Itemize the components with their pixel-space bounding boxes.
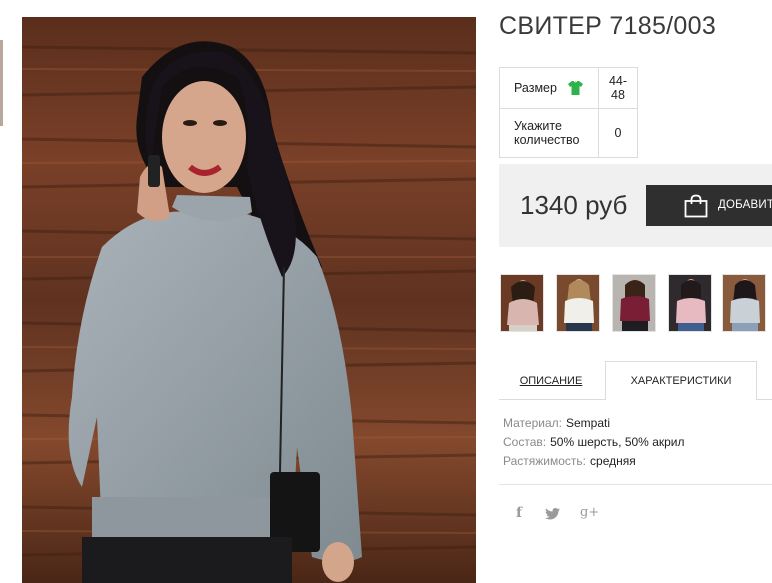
characteristic-row: Материал: Sempati — [503, 414, 685, 433]
twitter-icon[interactable] — [545, 508, 560, 520]
thumbnail-image — [613, 275, 655, 331]
price-value: 1340 руб — [520, 190, 628, 220]
facebook-share-icon[interactable]: f — [516, 505, 522, 521]
characteristic-key: Растяжимость: — [503, 454, 587, 468]
characteristic-value: средняя — [590, 454, 636, 468]
add-to-cart-button[interactable]: ДОБАВИТЬ — [646, 185, 772, 226]
tab-description[interactable]: ОПИСАНИЕ — [499, 362, 603, 400]
quantity-row: Укажите количество 0 — [499, 108, 638, 158]
thumbnail-light-grey-sweater[interactable] — [722, 274, 766, 332]
googleplus-share-icon[interactable]: g+ — [580, 505, 599, 520]
thumbnail-white-sweater[interactable] — [556, 274, 600, 332]
thumbnail-burgundy-sweater[interactable] — [612, 274, 656, 332]
product-options-table: Размер 44-48 Укажите количество 0 — [499, 67, 638, 158]
thumbnail-pink-sweater[interactable] — [500, 274, 544, 332]
quantity-label-line2: количество — [514, 133, 580, 147]
social-separator — [499, 484, 772, 485]
tshirt-icon[interactable] — [568, 81, 584, 96]
characteristic-row: Растяжимость: средняя — [503, 452, 685, 471]
size-row: Размер 44-48 — [499, 67, 638, 109]
tab-characteristics[interactable]: ХАРАКТЕРИСТИКИ — [605, 361, 757, 400]
product-main-image[interactable] — [22, 17, 476, 583]
previous-image-thumbnail[interactable] — [0, 40, 3, 126]
shopping-bag-icon — [684, 194, 708, 218]
quantity-label-line1: Укажите — [514, 119, 562, 133]
size-value[interactable]: 44-48 — [598, 67, 638, 109]
quantity-input[interactable]: 0 — [598, 108, 638, 158]
googleplus-label: g+ — [580, 505, 600, 520]
size-label-cell: Размер — [499, 67, 599, 109]
product-photo-illustration — [22, 17, 476, 583]
thumbnail-light-pink-sweater[interactable] — [668, 274, 712, 332]
active-tab-gap — [606, 399, 754, 400]
product-title: СВИТЕР 7185/003 — [499, 12, 717, 40]
characteristic-key: Состав: — [503, 435, 547, 449]
thumbnail-image — [557, 275, 599, 331]
characteristic-row: Состав: 50% шерсть, 50% акрил — [503, 433, 685, 452]
characteristic-value: Sempati — [565, 416, 610, 430]
add-to-cart-label: ДОБАВИТЬ — [718, 199, 772, 211]
quantity-label-cell: Укажите количество — [499, 108, 599, 158]
thumbnail-image — [501, 275, 543, 331]
size-label: Размер — [514, 80, 557, 95]
thumbnail-image — [669, 275, 711, 331]
characteristic-value: 50% шерсть, 50% акрил — [550, 435, 685, 449]
characteristics-list: Материал: Sempati Состав: 50% шерсть, 50% … — [503, 414, 685, 471]
thumbnail-image — [723, 275, 765, 331]
characteristic-key: Материал: — [503, 416, 562, 430]
